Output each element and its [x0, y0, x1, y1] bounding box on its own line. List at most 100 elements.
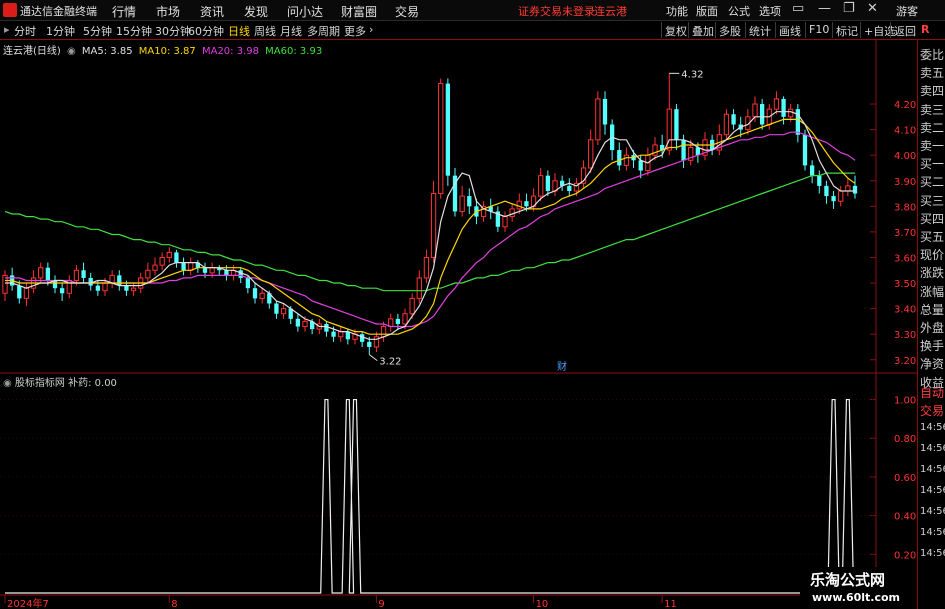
candle-body [617, 150, 622, 166]
candle-body [81, 270, 86, 278]
trade-login-warning[interactable]: 证券交易未登录 [518, 3, 595, 19]
candle-body [545, 175, 550, 191]
quote-side-panel: 委比 卖五 卖四 卖三 卖二 卖一 买一 买二 买三 买四 买五 现价 涨跌 涨幅 总量 外盘 换手 净资 收益 自动… [917, 40, 945, 609]
period-daily[interactable]: 日线 [228, 23, 250, 39]
menu-news[interactable]: 资讯 [200, 3, 224, 20]
candle-body [423, 256, 430, 279]
period-weekly[interactable]: 周线 [254, 23, 276, 39]
candle-body [459, 195, 465, 212]
side-panel-item: 总量 [920, 302, 945, 317]
candle-body [516, 200, 522, 210]
r-icon[interactable]: R [921, 23, 929, 36]
date-tick-label: 11 [664, 599, 677, 609]
draw-button[interactable]: 画线 [775, 22, 804, 38]
restore-icon[interactable]: ❐ [843, 1, 855, 16]
candle-body [130, 287, 137, 292]
candle-body [252, 288, 258, 299]
candle-body [395, 318, 400, 324]
candle-body [402, 313, 408, 325]
candle-body [380, 326, 387, 338]
candle-body [852, 185, 858, 194]
indicator-toggle-icon[interactable]: ◉ [3, 378, 12, 389]
menu-quotes[interactable]: 行情 [112, 3, 136, 20]
candle-body [338, 331, 344, 338]
watermark-url: www.60lt.com [812, 591, 901, 604]
minimize-icon[interactable]: — [818, 1, 831, 16]
candle-body [838, 190, 844, 202]
menu-trade[interactable]: 交易 [395, 3, 419, 20]
side-panel-item: 14:56 [920, 506, 945, 517]
menu-options[interactable]: 选项 [759, 3, 781, 19]
menu-wealth[interactable]: 财富圈 [341, 3, 377, 20]
price-tick-label: 3.30 [894, 330, 916, 341]
candle-body [202, 267, 208, 273]
period-5min[interactable]: 5分钟 [83, 23, 112, 39]
price-tick-label: 4.10 [894, 126, 916, 137]
side-panel-item: 委比 [920, 48, 945, 62]
menu-function[interactable]: 功能 [666, 3, 688, 19]
menu-ask[interactable]: 问小达 [287, 3, 323, 20]
candle-body [95, 285, 100, 291]
candle-body [102, 282, 108, 292]
candle-body [145, 269, 151, 279]
period-60min[interactable]: 60分钟 [188, 23, 224, 39]
candle-body [445, 83, 450, 176]
menu-layout[interactable]: 版面 [696, 3, 718, 19]
period-more[interactable]: 更多 [344, 23, 366, 39]
side-panel-item: 换手 [920, 339, 945, 354]
back-button[interactable]: 返回 [890, 22, 919, 38]
menu-discover[interactable]: 发现 [244, 3, 268, 20]
side-panel-item: 卖一 [920, 139, 945, 153]
candle-body [224, 270, 229, 276]
candle-body [345, 331, 350, 340]
period-monthly[interactable]: 月线 [280, 23, 302, 39]
mark-button[interactable]: 标记 [832, 22, 861, 38]
kline-chart[interactable]: 3.20 3.30 3.40 3.50 3.60 3.70 3.80 3.90 4.00 4.10… [0, 40, 917, 609]
adjust-button[interactable]: 复权 [661, 22, 690, 38]
candle-body [23, 287, 30, 299]
f10-button[interactable]: F10 [805, 22, 832, 38]
low-price-label: 3.22 [379, 357, 401, 368]
side-panel-item[interactable]: 自动 [920, 384, 944, 401]
legend-toggle-icon[interactable]: ◉ [67, 46, 76, 57]
candle-body [73, 269, 80, 281]
multi-stock-button[interactable]: 多股 [715, 22, 744, 38]
toolbar-arrow-icon[interactable]: ▸ [4, 23, 10, 36]
more-chevron-icon[interactable]: › [369, 23, 373, 36]
candle-body [731, 114, 736, 125]
period-15min[interactable]: 15分钟 [116, 23, 152, 39]
side-panel-item: 买一 [920, 157, 945, 172]
date-tick-label: 9 [378, 599, 384, 609]
candle-body [752, 103, 758, 118]
price-tick-label: 4.20 [894, 100, 916, 111]
period-multi[interactable]: 多周期 [307, 23, 340, 39]
candle-body [781, 98, 786, 117]
maximize-icon[interactable]: ▭ [792, 1, 804, 16]
side-panel-item: 现价 [920, 248, 945, 263]
period-30min[interactable]: 30分钟 [155, 23, 191, 39]
period-1min[interactable]: 1分钟 [46, 23, 75, 39]
ma5-label: MA5: 3.85 [81, 46, 133, 57]
candle-body [409, 297, 415, 315]
candle-body [166, 251, 172, 258]
menu-market[interactable]: 市场 [156, 3, 180, 20]
ma60-label: MA60: 3.93 [265, 46, 323, 57]
menu-bar: 通达信金融终端 行情 市场 资讯 发现 问小达 财富圈 交易 证券交易未登录 连… [0, 0, 945, 21]
candle-body [638, 160, 643, 171]
close-icon[interactable]: ✕ [867, 1, 878, 16]
menu-formula[interactable]: 公式 [728, 3, 750, 19]
side-panel-item: 卖四 [920, 84, 945, 99]
candle-body [845, 185, 851, 192]
candle-body [567, 185, 572, 191]
candle-body [324, 323, 329, 332]
period-toolbar: ▸ 分时 1分钟 5分钟 15分钟 30分钟 60分钟 日线 周线 月线 多周期… [0, 21, 945, 40]
side-panel-item: 卖三 [920, 102, 945, 117]
price-tick-label: 3.40 [894, 305, 916, 316]
candle-body [588, 139, 594, 169]
statistics-button[interactable]: 统计 [745, 22, 774, 38]
overlay-button[interactable]: 叠加 [688, 22, 717, 38]
side-panel-item[interactable]: 交易 [920, 402, 944, 419]
guest-label[interactable]: 游客 [896, 3, 918, 19]
period-intraday[interactable]: 分时 [14, 23, 36, 39]
ma60-line [4, 172, 855, 292]
